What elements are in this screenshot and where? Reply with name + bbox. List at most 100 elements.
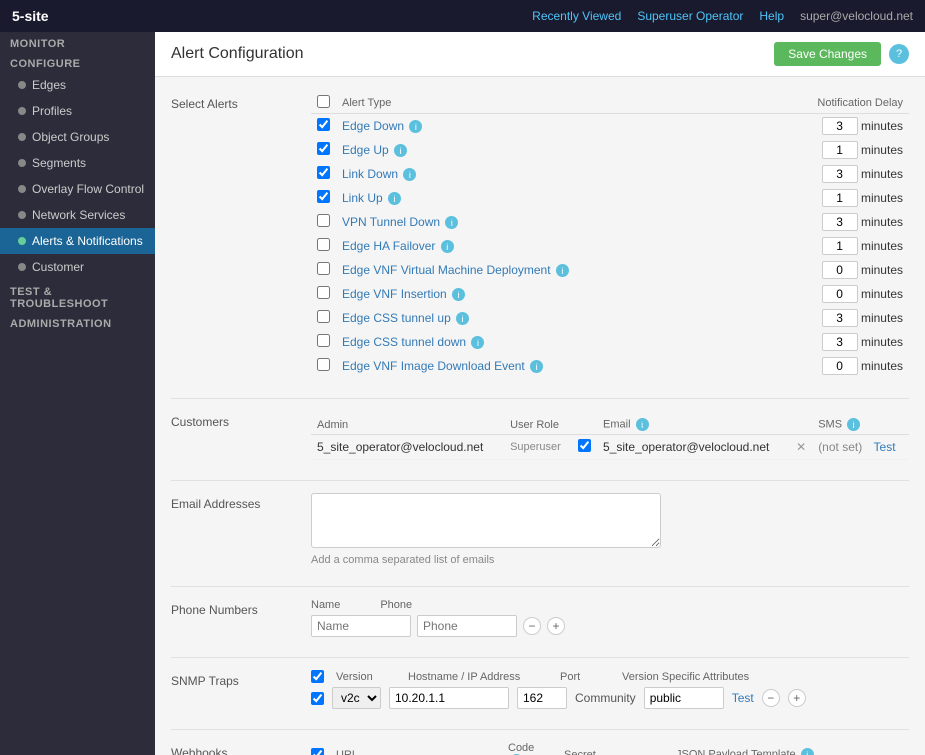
- nav-links: Recently Viewed Superuser Operator Help …: [532, 9, 913, 23]
- phone-col-header: Phone: [380, 599, 412, 611]
- admin-col-header: Admin: [311, 415, 504, 435]
- alert-info-icon-10[interactable]: i: [530, 360, 543, 373]
- help-icon[interactable]: ?: [889, 44, 909, 64]
- email-addresses-textarea[interactable]: [311, 493, 661, 548]
- phone-add-button[interactable]: +: [547, 617, 565, 635]
- phone-remove-button[interactable]: −: [523, 617, 541, 635]
- minutes-label-3: minutes: [861, 191, 903, 205]
- superuser-operator-link[interactable]: Superuser Operator: [637, 9, 743, 23]
- alert-checkbox-6[interactable]: [317, 262, 330, 275]
- save-changes-button[interactable]: Save Changes: [774, 42, 881, 66]
- snmp-remove-button[interactable]: −: [762, 689, 780, 707]
- alert-delay-input-4[interactable]: [822, 213, 858, 231]
- select-all-checkbox[interactable]: [317, 95, 330, 108]
- sidebar-item-object-groups[interactable]: Object Groups: [0, 124, 155, 150]
- alert-link-8[interactable]: Edge CSS tunnel up: [342, 311, 451, 325]
- alert-delay-input-2[interactable]: [822, 165, 858, 183]
- snmp-test-link[interactable]: Test: [732, 691, 754, 705]
- alert-checkbox-0[interactable]: [317, 118, 330, 131]
- sidebar-item-segments[interactable]: Segments: [0, 150, 155, 176]
- help-link[interactable]: Help: [759, 9, 784, 23]
- alert-checkbox-4[interactable]: [317, 214, 330, 227]
- alert-delay-input-0[interactable]: [822, 117, 858, 135]
- snmp-version-select[interactable]: v2c: [332, 687, 381, 709]
- alert-link-7[interactable]: Edge VNF Insertion: [342, 287, 447, 301]
- customer-email-checkbox[interactable]: [578, 439, 591, 452]
- alert-link-6[interactable]: Edge VNF Virtual Machine Deployment: [342, 263, 551, 277]
- webhook-json-info-icon[interactable]: i: [801, 748, 814, 755]
- alert-checkbox-9[interactable]: [317, 334, 330, 347]
- alert-checkbox-5[interactable]: [317, 238, 330, 251]
- alert-delay-input-6[interactable]: [822, 261, 858, 279]
- alerts-form-body: Alert Type Notification Delay Edge Down …: [311, 93, 909, 378]
- alert-info-icon-0[interactable]: i: [409, 120, 422, 133]
- snmp-hostname-input[interactable]: [389, 687, 509, 709]
- alert-info-icon-6[interactable]: i: [556, 264, 569, 277]
- snmp-traps-body: Version Hostname / IP Address Port Versi…: [311, 670, 909, 709]
- phone-numbers-section: Phone Numbers Name Phone − +: [171, 599, 909, 637]
- alert-info-icon-4[interactable]: i: [445, 216, 458, 229]
- alert-info-icon-2[interactable]: i: [403, 168, 416, 181]
- customer-email-remove-icon[interactable]: ✕: [796, 440, 806, 454]
- sidebar-item-profiles[interactable]: Profiles: [0, 98, 155, 124]
- alert-info-icon-9[interactable]: i: [471, 336, 484, 349]
- sidebar-item-alerts-notifications[interactable]: Alerts & Notifications: [0, 228, 155, 254]
- minutes-label-6: minutes: [861, 263, 903, 277]
- alert-checkbox-7[interactable]: [317, 286, 330, 299]
- alert-type-col-header: Alert Type: [336, 93, 743, 114]
- phone-name-input[interactable]: [311, 615, 411, 637]
- email-col-header: Email: [603, 418, 631, 430]
- snmp-add-button[interactable]: +: [788, 689, 806, 707]
- divider-3: [171, 586, 909, 587]
- snmp-enabled-checkbox[interactable]: [311, 670, 324, 683]
- alert-checkbox-1[interactable]: [317, 142, 330, 155]
- alert-checkbox-10[interactable]: [317, 358, 330, 371]
- alert-checkbox-3[interactable]: [317, 190, 330, 203]
- customer-admin-email: 5_site_operator@velocloud.net: [311, 435, 504, 460]
- alert-link-9[interactable]: Edge CSS tunnel down: [342, 335, 466, 349]
- recently-viewed-link[interactable]: Recently Viewed: [532, 9, 621, 23]
- sidebar-item-network-services[interactable]: Network Services: [0, 202, 155, 228]
- snmp-port-label: Port: [560, 671, 610, 683]
- user-email: super@velocloud.net: [800, 9, 913, 23]
- alert-checkbox-2[interactable]: [317, 166, 330, 179]
- alert-link-4[interactable]: VPN Tunnel Down: [342, 215, 440, 229]
- webhooks-label: Webhooks: [171, 742, 311, 755]
- alert-link-2[interactable]: Link Down: [342, 167, 398, 181]
- snmp-row-checkbox[interactable]: [311, 692, 324, 705]
- alert-row: Edge Down i minutes: [311, 114, 909, 139]
- alert-delay-input-10[interactable]: [822, 357, 858, 375]
- alert-checkbox-8[interactable]: [317, 310, 330, 323]
- alert-delay-input-3[interactable]: [822, 189, 858, 207]
- alert-link-3[interactable]: Link Up: [342, 191, 383, 205]
- alert-delay-input-7[interactable]: [822, 285, 858, 303]
- alert-info-icon-3[interactable]: i: [388, 192, 401, 205]
- alert-link-1[interactable]: Edge Up: [342, 143, 389, 157]
- alert-delay-input-1[interactable]: [822, 141, 858, 159]
- email-info-icon[interactable]: i: [636, 418, 649, 431]
- alert-link-0[interactable]: Edge Down: [342, 119, 404, 133]
- snmp-port-input[interactable]: [517, 687, 567, 709]
- alert-delay-input-9[interactable]: [822, 333, 858, 351]
- snmp-community-input[interactable]: [644, 687, 724, 709]
- alert-link-5[interactable]: Edge HA Failover: [342, 239, 435, 253]
- alert-row: Edge VNF Image Download Event i minutes: [311, 354, 909, 378]
- sidebar-item-overlay-flow-control[interactable]: Overlay Flow Control: [0, 176, 155, 202]
- sms-col-header: SMS: [818, 418, 842, 430]
- alert-delay-input-8[interactable]: [822, 309, 858, 327]
- alert-info-icon-5[interactable]: i: [441, 240, 454, 253]
- phone-number-input[interactable]: [417, 615, 517, 637]
- segments-dot-icon: [18, 159, 26, 167]
- webhooks-form-body: URL Code i Secret JSON Payload Template …: [311, 742, 922, 755]
- sidebar-item-customer[interactable]: Customer: [0, 254, 155, 280]
- alert-info-icon-1[interactable]: i: [394, 144, 407, 157]
- brand: 5-site: [12, 8, 49, 24]
- sidebar-item-edges[interactable]: Edges: [0, 72, 155, 98]
- alert-info-icon-7[interactable]: i: [452, 288, 465, 301]
- sms-info-icon[interactable]: i: [847, 418, 860, 431]
- alert-link-10[interactable]: Edge VNF Image Download Event: [342, 359, 525, 373]
- alert-info-icon-8[interactable]: i: [456, 312, 469, 325]
- customer-test-link[interactable]: Test: [874, 440, 896, 454]
- alert-delay-input-5[interactable]: [822, 237, 858, 255]
- webhooks-enabled-checkbox[interactable]: [311, 748, 324, 755]
